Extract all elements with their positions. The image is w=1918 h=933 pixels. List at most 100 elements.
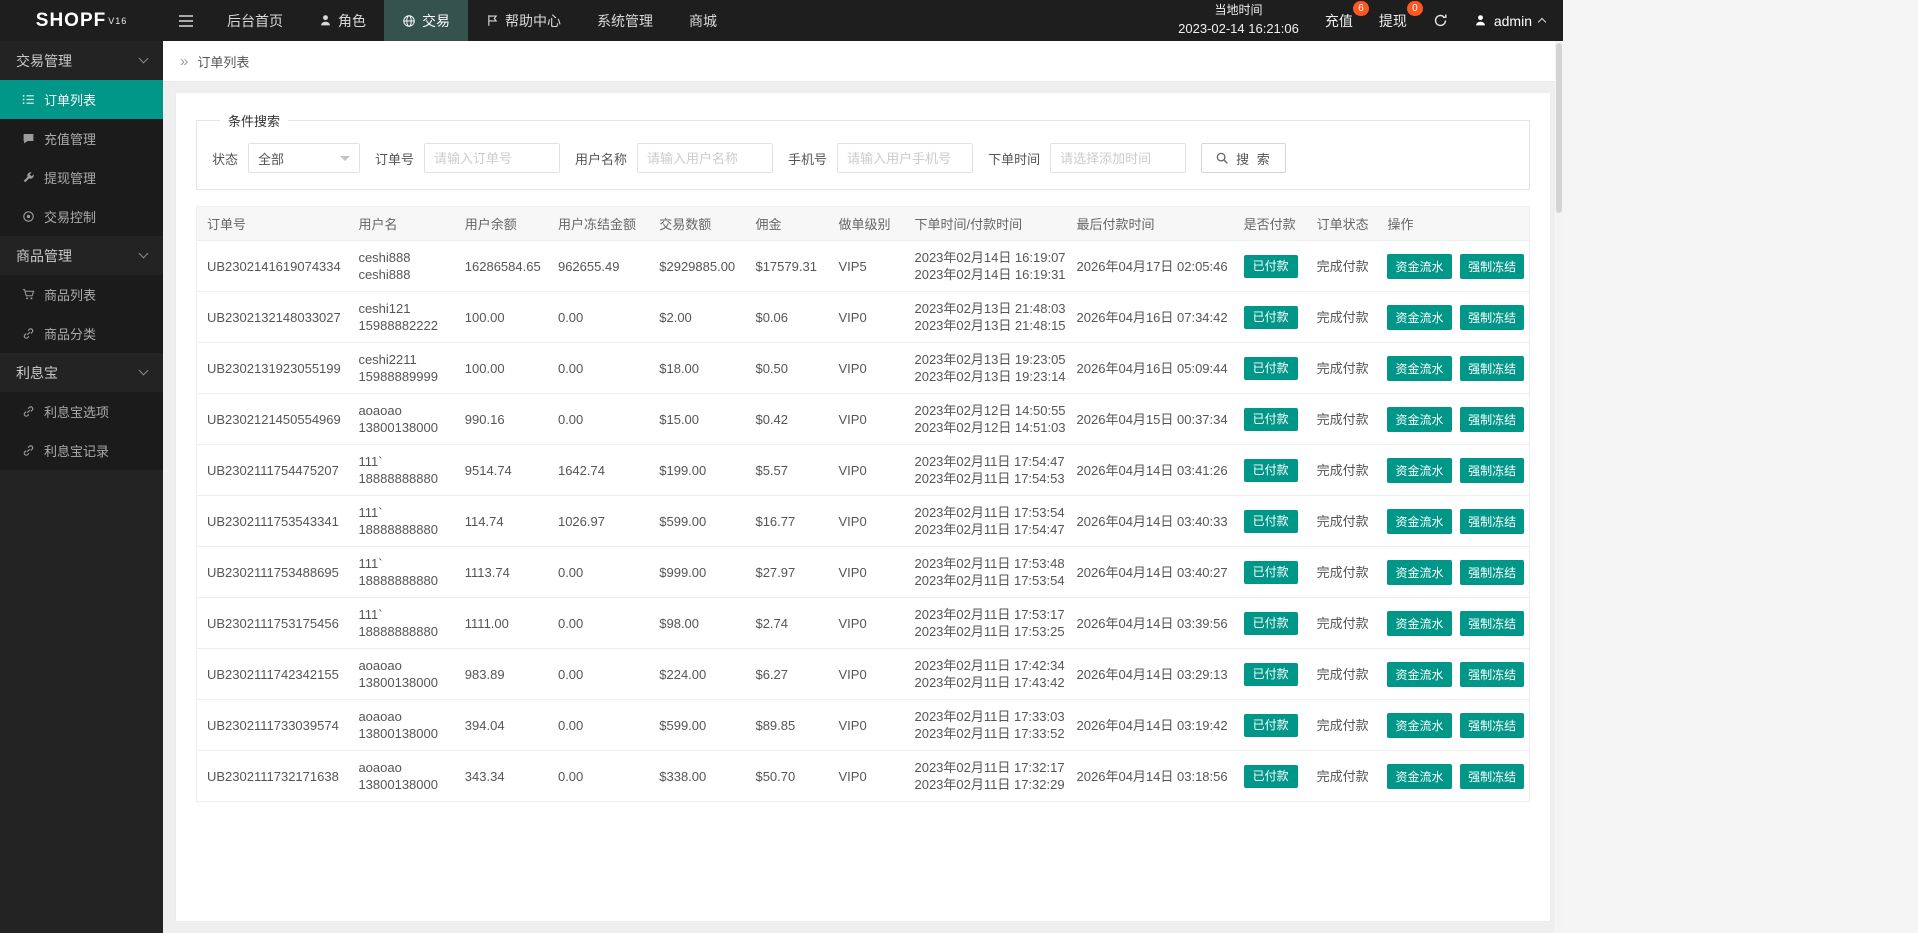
username-line2: 13800138000 bbox=[358, 726, 438, 741]
balance-cell: 114.74 bbox=[454, 495, 548, 547]
refresh-button[interactable] bbox=[1433, 13, 1448, 28]
username-cell: aoaoao 13800138000 bbox=[348, 648, 455, 700]
chevron-down-icon bbox=[138, 248, 149, 259]
page-title: 订单列表 bbox=[197, 54, 250, 70]
force-freeze-button[interactable]: 强制冻结 bbox=[1460, 253, 1525, 279]
search-fieldset: 条件搜索 状态 全部 订单号 请输入订单号 用户名称 请输入用户名称 手机号 请… bbox=[196, 111, 1530, 190]
force-freeze-button[interactable]: 强制冻结 bbox=[1460, 610, 1525, 636]
search-button[interactable]: 搜 索 bbox=[1201, 143, 1286, 173]
force-freeze-button[interactable]: 强制冻结 bbox=[1460, 406, 1525, 432]
nav-mall[interactable]: 商城 bbox=[671, 0, 735, 41]
pay-time-line: 2023年02月14日 16:19:31 bbox=[914, 267, 1066, 282]
recharge-link[interactable]: 充值 6 bbox=[1325, 0, 1369, 31]
fund-flow-button[interactable]: 资金流水 bbox=[1387, 253, 1452, 279]
local-time-label: 当地时间 bbox=[1214, 3, 1263, 18]
username-line2: 18888888880 bbox=[358, 624, 438, 639]
nav-roles[interactable]: 角色 bbox=[301, 0, 384, 41]
withdraw-link[interactable]: 提现 0 bbox=[1379, 0, 1423, 31]
order-time-line: 2023年02月11日 17:53:17 bbox=[914, 607, 1065, 622]
fund-flow-button[interactable]: 资金流水 bbox=[1387, 355, 1452, 381]
frozen-cell: 962655.49 bbox=[547, 240, 650, 292]
last-pay-cell: 2026年04月14日 03:19:42 bbox=[1066, 699, 1234, 751]
actions-cell: 资金流水 强制冻结 bbox=[1377, 495, 1530, 547]
balance-cell: 100.00 bbox=[454, 342, 548, 394]
order-no-cell: UB2302111753175456 bbox=[196, 597, 349, 649]
order-table: 订单号 用户名 用户余额 用户冻结金额 交易数额 佣金 做单级别 下单时间/付款… bbox=[196, 206, 1530, 802]
force-freeze-button[interactable]: 强制冻结 bbox=[1460, 661, 1525, 687]
breadcrumb: » 订单列表 bbox=[163, 41, 1563, 82]
order-time-input[interactable] bbox=[1050, 143, 1187, 173]
last-pay-cell: 2026年04月14日 03:40:27 bbox=[1066, 546, 1234, 598]
fund-flow-button[interactable]: 资金流水 bbox=[1387, 457, 1452, 483]
sidebar-group-interest[interactable]: 利息宝 bbox=[0, 353, 163, 392]
fund-flow-button[interactable]: 资金流水 bbox=[1387, 559, 1452, 585]
sidebar-item-goods-category[interactable]: 商品分类 bbox=[0, 314, 163, 353]
order-no-cell: UB2302111753488695 bbox=[196, 546, 349, 598]
commission-cell: $0.50 bbox=[745, 342, 829, 394]
times-cell: 2023年02月12日 14:50:55 2023年02月12日 14:51:0… bbox=[904, 393, 1067, 445]
scrollbar-thumb[interactable] bbox=[1556, 43, 1562, 213]
sidebar-group-goods[interactable]: 商品管理 bbox=[0, 236, 163, 275]
sidebar-toggle-button[interactable] bbox=[163, 0, 209, 41]
level-cell: VIP0 bbox=[828, 495, 905, 547]
force-freeze-button[interactable]: 强制冻结 bbox=[1460, 763, 1525, 789]
sidebar-group-trade[interactable]: 交易管理 bbox=[0, 41, 163, 80]
sidebar-item-trade-control[interactable]: 交易控制 bbox=[0, 197, 163, 236]
nav-help[interactable]: 帮助中心 bbox=[468, 0, 579, 41]
col-header-paid: 是否付款 bbox=[1233, 206, 1307, 241]
amount-cell: $98.00 bbox=[649, 597, 746, 649]
balance-cell: 983.89 bbox=[454, 648, 548, 700]
sidebar-item-interest-records[interactable]: 利息宝记录 bbox=[0, 431, 163, 470]
level-cell: VIP0 bbox=[828, 342, 905, 394]
commission-cell: $16.77 bbox=[745, 495, 829, 547]
fund-flow-button[interactable]: 资金流水 bbox=[1387, 763, 1452, 789]
frozen-cell: 0.00 bbox=[547, 291, 650, 343]
force-freeze-button[interactable]: 强制冻结 bbox=[1460, 559, 1525, 585]
force-freeze-button[interactable]: 强制冻结 bbox=[1460, 508, 1525, 534]
last-pay-cell: 2026年04月14日 03:40:33 bbox=[1066, 495, 1234, 547]
sidebar-item-goods-list[interactable]: 商品列表 bbox=[0, 275, 163, 314]
status-select[interactable]: 全部 bbox=[248, 143, 361, 173]
force-freeze-button[interactable]: 强制冻结 bbox=[1460, 355, 1525, 381]
fund-flow-button[interactable]: 资金流水 bbox=[1387, 610, 1452, 636]
paid-cell: 已付款 bbox=[1233, 393, 1307, 445]
phone-input[interactable] bbox=[837, 143, 974, 173]
content-scrollbar[interactable] bbox=[1555, 41, 1563, 933]
fund-flow-button[interactable]: 资金流水 bbox=[1387, 508, 1452, 534]
fund-flow-button[interactable]: 资金流水 bbox=[1387, 661, 1452, 687]
force-freeze-button[interactable]: 强制冻结 bbox=[1460, 304, 1525, 330]
wrench-icon bbox=[22, 171, 35, 184]
sidebar-item-interest-options[interactable]: 利息宝选项 bbox=[0, 392, 163, 431]
amount-cell: $338.00 bbox=[649, 750, 746, 802]
order-time-label: 下单时间 bbox=[988, 151, 1041, 167]
username-line1: aoaoao bbox=[358, 760, 402, 775]
commission-cell: $89.85 bbox=[745, 699, 829, 751]
sidebar-item-recharge[interactable]: 充值管理 bbox=[0, 119, 163, 158]
order-no-input[interactable] bbox=[424, 143, 561, 173]
nav-trade[interactable]: 交易 bbox=[384, 0, 468, 41]
sidebar-item-order-list[interactable]: 订单列表 bbox=[0, 80, 163, 119]
level-cell: VIP0 bbox=[828, 546, 905, 598]
frozen-cell: 0.00 bbox=[547, 648, 650, 700]
nav-trade-label: 交易 bbox=[422, 12, 450, 29]
sidebar-item-withdraw[interactable]: 提现管理 bbox=[0, 158, 163, 197]
fund-flow-button[interactable]: 资金流水 bbox=[1387, 304, 1452, 330]
fund-flow-button[interactable]: 资金流水 bbox=[1387, 712, 1452, 738]
username-line2: ceshi888 bbox=[358, 267, 411, 282]
frozen-cell: 0.00 bbox=[547, 393, 650, 445]
force-freeze-button[interactable]: 强制冻结 bbox=[1460, 712, 1525, 738]
link-icon bbox=[22, 405, 35, 418]
paid-cell: 已付款 bbox=[1233, 240, 1307, 292]
sidebar-item-trade-control-label: 交易控制 bbox=[44, 210, 97, 225]
username-cell: aoaoao 13800138000 bbox=[348, 750, 455, 802]
nav-dashboard[interactable]: 后台首页 bbox=[209, 0, 301, 41]
username-input[interactable] bbox=[637, 143, 774, 173]
balance-cell: 990.16 bbox=[454, 393, 548, 445]
last-pay-cell: 2026年04月14日 03:39:56 bbox=[1066, 597, 1234, 649]
order-no-cell: UB2302111742342155 bbox=[196, 648, 349, 700]
nav-system[interactable]: 系统管理 bbox=[579, 0, 671, 41]
admin-menu[interactable]: admin bbox=[1474, 13, 1547, 29]
table-row: UB2302121450554969 aoaoao 13800138000 99… bbox=[196, 393, 1530, 445]
force-freeze-button[interactable]: 强制冻结 bbox=[1460, 457, 1525, 483]
fund-flow-button[interactable]: 资金流水 bbox=[1387, 406, 1452, 432]
